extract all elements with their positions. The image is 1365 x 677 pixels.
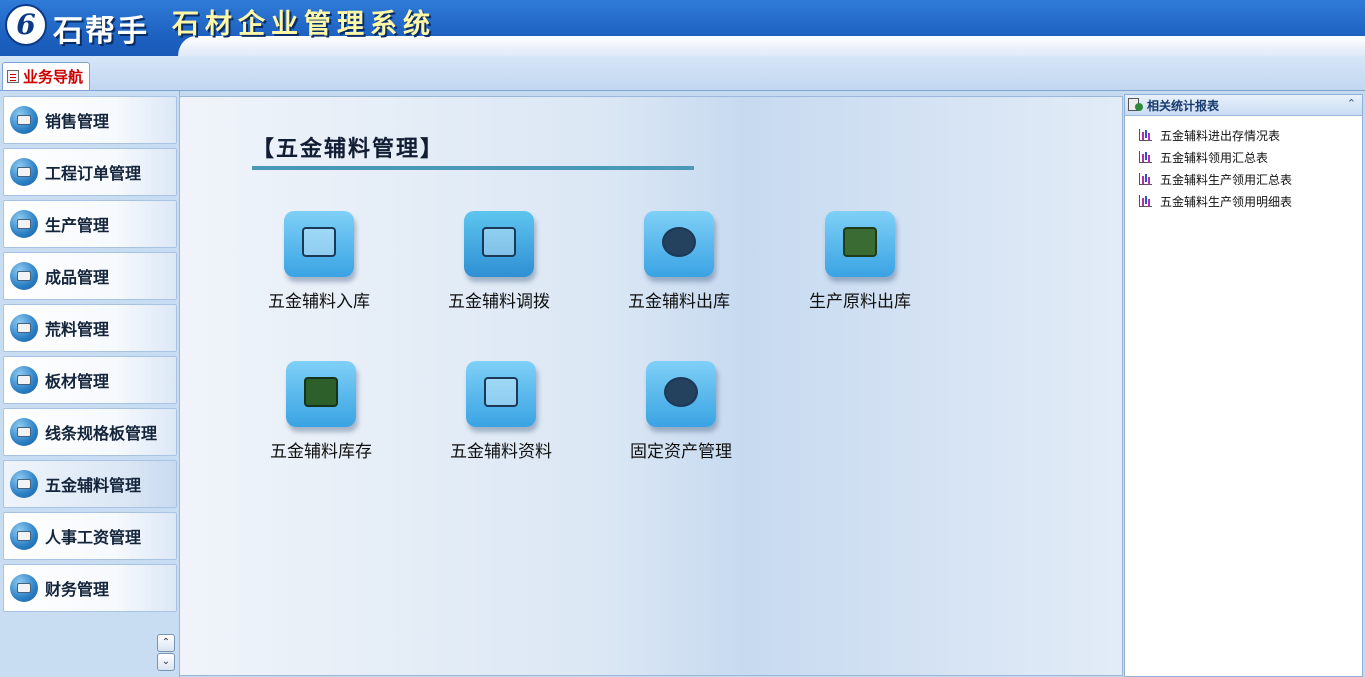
sidebar-item-line-spec[interactable]: 线条规格板管理 [3, 408, 177, 456]
collapse-button[interactable]: ⌃ [1347, 97, 1356, 110]
tile-label: 五金辅料资料 [450, 442, 552, 462]
tile-fixed-assets[interactable]: 固定资产管理 [601, 361, 761, 462]
stock-out-icon [644, 211, 714, 277]
sidebar-item-sales[interactable]: 销售管理 [3, 96, 177, 144]
sales-icon [10, 106, 38, 134]
slab-icon [10, 366, 38, 394]
tile-raw-material-out[interactable]: 生产原料出库 [780, 211, 940, 312]
inventory-icon [286, 361, 356, 427]
raw-block-icon [10, 314, 38, 342]
sidebar-item-hr-payroll[interactable]: 人事工资管理 [3, 512, 177, 560]
stock-in-icon [284, 211, 354, 277]
report-link[interactable]: 五金辅料进出存情况表 [1139, 124, 1362, 146]
report-label: 五金辅料领用汇总表 [1160, 150, 1269, 165]
notepad-icon [7, 70, 19, 83]
tab-strip: 业务导航 [0, 56, 1365, 91]
bar-chart-icon [1139, 151, 1152, 163]
tile-hardware-material-info[interactable]: 五金辅料资料 [421, 361, 581, 462]
report-folder-icon [1128, 98, 1144, 112]
sidebar-item-project-orders[interactable]: 工程订单管理 [3, 148, 177, 196]
logo-char: 6 [16, 8, 36, 41]
tile-hardware-stock-out[interactable]: 五金辅料出库 [599, 211, 759, 312]
report-label: 五金辅料进出存情况表 [1160, 128, 1281, 143]
sidebar-item-label: 财务管理 [45, 580, 110, 599]
material-info-icon [466, 361, 536, 427]
sidebar-item-label: 线条规格板管理 [45, 424, 158, 443]
tile-hardware-inventory[interactable]: 五金辅料库存 [241, 361, 401, 462]
tile-label: 五金辅料调拨 [448, 292, 550, 312]
report-link[interactable]: 五金辅料生产领用明细表 [1139, 190, 1362, 212]
sidebar-item-label: 销售管理 [45, 112, 110, 131]
report-list: 五金辅料进出存情况表 五金辅料领用汇总表 五金辅料生产领用汇总表 五金辅料生产领… [1125, 116, 1362, 212]
tab-label: 业务导航 [23, 68, 84, 86]
sidebar: 销售管理 工程订单管理 生产管理 成品管理 荒料管理 板材管理 线条规格板管理 … [0, 91, 180, 677]
finished-goods-icon [10, 262, 38, 290]
finance-icon [10, 574, 38, 602]
tile-hardware-stock-in[interactable]: 五金辅料入库 [239, 211, 399, 312]
raw-material-out-icon [825, 211, 895, 277]
hardware-icon [10, 470, 38, 498]
tile-label: 固定资产管理 [630, 442, 732, 462]
tile-label: 五金辅料出库 [628, 292, 730, 312]
sidebar-item-finance[interactable]: 财务管理 [3, 564, 177, 612]
brand-name: 石帮手 [53, 14, 149, 49]
production-icon [10, 210, 38, 238]
sidebar-item-label: 板材管理 [45, 372, 110, 391]
sidebar-item-hardware[interactable]: 五金辅料管理 [3, 460, 177, 508]
sidebar-item-label: 荒料管理 [45, 320, 110, 339]
main-panel: 【五金辅料管理】 五金辅料入库 五金辅料调拨 五金辅料出库 生产原料出库 五金辅… [179, 96, 1123, 676]
reports-panel-title: 相关统计报表 [1147, 98, 1220, 113]
bar-chart-icon [1139, 173, 1152, 185]
tile-label: 五金辅料入库 [268, 292, 370, 312]
reports-panel-header: 相关统计报表 ⌃ [1125, 95, 1362, 116]
sidebar-scroll-up-button[interactable]: ⌃ [157, 634, 175, 652]
tab-business-nav[interactable]: 业务导航 [2, 62, 91, 90]
report-label: 五金辅料生产领用汇总表 [1160, 172, 1293, 187]
sidebar-item-slabs[interactable]: 板材管理 [3, 356, 177, 404]
title-underline [252, 166, 694, 170]
sidebar-item-label: 成品管理 [45, 268, 110, 287]
bar-chart-icon [1139, 129, 1152, 141]
tile-label: 生产原料出库 [809, 292, 911, 312]
app-header: 6 石帮手 石材企业管理系统 [0, 0, 1365, 56]
sidebar-item-label: 生产管理 [45, 216, 110, 235]
sidebar-scroll-down-button[interactable]: ⌄ [157, 653, 175, 671]
transfer-icon [464, 211, 534, 277]
sidebar-item-raw-blocks[interactable]: 荒料管理 [3, 304, 177, 352]
tile-hardware-transfer[interactable]: 五金辅料调拨 [419, 211, 579, 312]
bar-chart-icon [1139, 195, 1152, 207]
report-link[interactable]: 五金辅料生产领用汇总表 [1139, 168, 1362, 190]
sidebar-item-label: 工程订单管理 [45, 164, 142, 183]
sidebar-item-finished-goods[interactable]: 成品管理 [3, 252, 177, 300]
line-spec-icon [10, 418, 38, 446]
report-link[interactable]: 五金辅料领用汇总表 [1139, 146, 1362, 168]
project-order-icon [10, 158, 38, 186]
tile-label: 五金辅料库存 [270, 442, 372, 462]
reports-panel: 相关统计报表 ⌃ 五金辅料进出存情况表 五金辅料领用汇总表 五金辅料生产领用汇总… [1124, 94, 1363, 677]
sidebar-item-label: 五金辅料管理 [45, 476, 142, 495]
fixed-assets-icon [646, 361, 716, 427]
report-label: 五金辅料生产领用明细表 [1160, 194, 1293, 209]
sidebar-item-production[interactable]: 生产管理 [3, 200, 177, 248]
hr-payroll-icon [10, 522, 38, 550]
sidebar-item-label: 人事工资管理 [45, 528, 142, 547]
app-logo: 6 [5, 4, 47, 46]
app-title: 石材企业管理系统 [172, 9, 436, 40]
page-title: 【五金辅料管理】 [252, 136, 445, 162]
